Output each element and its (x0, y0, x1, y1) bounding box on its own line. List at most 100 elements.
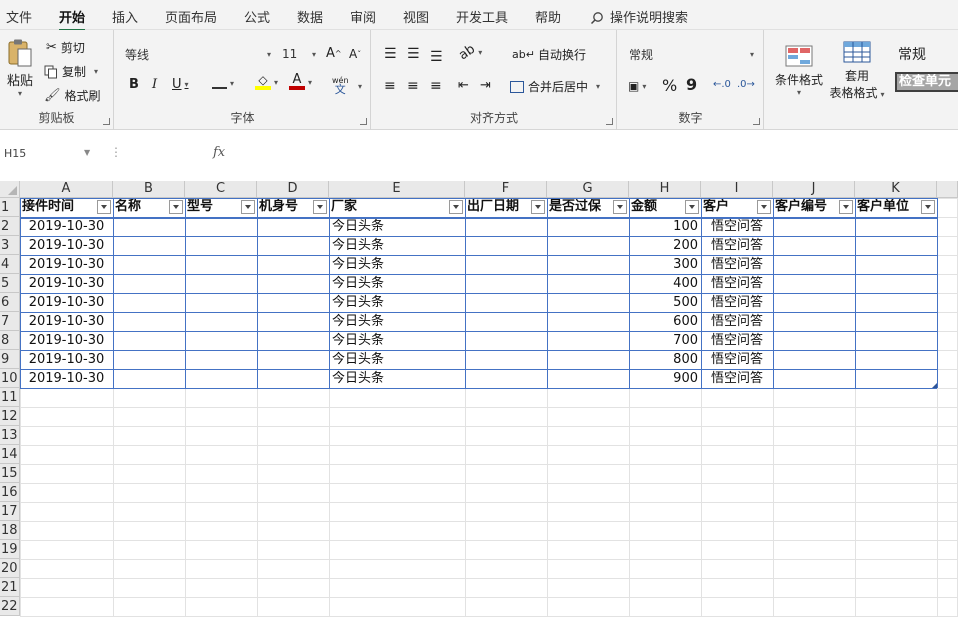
column-header-a[interactable]: A (20, 181, 113, 198)
row-header-2[interactable]: 2 (0, 217, 20, 236)
table-header-cell[interactable]: 机身号 (257, 198, 313, 217)
tab-view[interactable]: 视图 (403, 7, 429, 26)
cell-maker[interactable]: 今日头条 (329, 331, 465, 350)
column-header-g[interactable]: G (547, 181, 629, 198)
format-as-table-button[interactable]: 套用 表格格式 ▾ (827, 40, 887, 102)
wrap-text-button[interactable]: ab↵ 自动换行 (512, 46, 586, 63)
filter-dropdown-icon[interactable] (531, 200, 545, 214)
cell-customer[interactable]: 悟空问答 (701, 255, 773, 274)
row-header-8[interactable]: 8 (0, 331, 20, 350)
bold-button[interactable]: B (129, 77, 139, 92)
row-header-15[interactable]: 15 (0, 464, 20, 483)
table-header-cell[interactable]: 客户编号 (773, 198, 839, 217)
cell-date[interactable]: 2019-10-30 (20, 274, 113, 293)
orientation-button[interactable]: ab ▾ (456, 42, 482, 64)
tell-me-search[interactable]: 操作说明搜索 (590, 7, 688, 26)
cell-maker[interactable]: 今日头条 (329, 350, 465, 369)
style-normal[interactable]: 常规 (898, 44, 926, 64)
align-middle-button[interactable]: ☰ (407, 46, 420, 62)
cell-amount[interactable]: 600 (629, 312, 701, 331)
row-header-9[interactable]: 9 (0, 350, 20, 369)
tab-insert[interactable]: 插入 (112, 7, 138, 26)
underline-button[interactable]: U ▾ (172, 77, 189, 92)
row-header-16[interactable]: 16 (0, 483, 20, 502)
cell-maker[interactable]: 今日头条 (329, 274, 465, 293)
cell-date[interactable]: 2019-10-30 (20, 369, 113, 388)
conditional-format-button[interactable]: 条件格式 ▾ (771, 40, 827, 102)
table-resize-handle-icon[interactable] (931, 382, 937, 388)
filter-dropdown-icon[interactable] (169, 200, 183, 214)
cell-date[interactable]: 2019-10-30 (20, 255, 113, 274)
filter-dropdown-icon[interactable] (241, 200, 255, 214)
cell-maker[interactable]: 今日头条 (329, 236, 465, 255)
row-header-3[interactable]: 3 (0, 236, 20, 255)
filter-dropdown-icon[interactable] (313, 200, 327, 214)
row-header-13[interactable]: 13 (0, 426, 20, 445)
tab-help[interactable]: 帮助 (535, 7, 561, 26)
cell-customer[interactable]: 悟空问答 (701, 274, 773, 293)
name-box-dropdown-icon[interactable]: ▼ (84, 148, 90, 157)
cell-customer[interactable]: 悟空问答 (701, 369, 773, 388)
filter-dropdown-icon[interactable] (839, 200, 853, 214)
insert-function-icon[interactable]: fx (213, 145, 225, 160)
cell-date[interactable]: 2019-10-30 (20, 236, 113, 255)
row-header-11[interactable]: 11 (0, 388, 20, 407)
name-box[interactable]: H15 (4, 147, 26, 160)
tab-data[interactable]: 数据 (297, 7, 323, 26)
row-header-18[interactable]: 18 (0, 521, 20, 540)
copy-button[interactable]: 复制 ▾ (44, 63, 98, 80)
cell-customer[interactable]: 悟空问答 (701, 217, 773, 236)
number-format-select[interactable]: 常规 ▾ (628, 43, 755, 65)
merge-center-button[interactable]: 合并后居中 ▾ (510, 78, 600, 95)
tab-formulas[interactable]: 公式 (244, 7, 270, 26)
column-header-f[interactable]: F (465, 181, 547, 198)
cell-amount[interactable]: 400 (629, 274, 701, 293)
filter-dropdown-icon[interactable] (921, 200, 935, 214)
tab-review[interactable]: 审阅 (350, 7, 376, 26)
formula-bar-grip-icon[interactable]: ⋮ (110, 145, 122, 159)
cell-amount[interactable]: 100 (629, 217, 701, 236)
cell-amount[interactable]: 200 (629, 236, 701, 255)
align-right-button[interactable]: ≡ (430, 78, 442, 94)
align-left-button[interactable]: ≡ (384, 78, 396, 94)
align-bottom-button[interactable]: ☰ (430, 49, 443, 65)
clipboard-launcher-icon[interactable] (103, 118, 110, 125)
column-header-e[interactable]: E (329, 181, 465, 198)
cell-customer[interactable]: 悟空问答 (701, 350, 773, 369)
column-header-h[interactable]: H (629, 181, 701, 198)
filter-dropdown-icon[interactable] (97, 200, 111, 214)
shrink-font-button[interactable]: Aˇ (349, 47, 361, 61)
row-header-4[interactable]: 4 (0, 255, 20, 274)
percent-button[interactable]: % (662, 76, 677, 95)
row-header-14[interactable]: 14 (0, 445, 20, 464)
cell-customer[interactable]: 悟空问答 (701, 236, 773, 255)
phonetic-button[interactable]: wén 文 (332, 76, 349, 95)
alignment-launcher-icon[interactable] (606, 118, 613, 125)
cell-date[interactable]: 2019-10-30 (20, 217, 113, 236)
cut-button[interactable]: ✂ 剪切 (46, 39, 85, 56)
cell-customer[interactable]: 悟空问答 (701, 293, 773, 312)
table-header-cell[interactable]: 是否过保 (547, 198, 613, 217)
cell-date[interactable]: 2019-10-30 (20, 293, 113, 312)
row-header-12[interactable]: 12 (0, 407, 20, 426)
cell-date[interactable]: 2019-10-30 (20, 312, 113, 331)
cell-maker[interactable]: 今日头条 (329, 217, 465, 236)
cell-amount[interactable]: 500 (629, 293, 701, 312)
cell-amount[interactable]: 900 (629, 369, 701, 388)
font-name-select[interactable]: 等线 ▾ (124, 43, 274, 65)
table-header-cell[interactable]: 金额 (629, 198, 685, 217)
table-header-cell[interactable]: 客户 (701, 198, 757, 217)
filter-dropdown-icon[interactable] (449, 200, 463, 214)
cell-amount[interactable]: 700 (629, 331, 701, 350)
accounting-format-button[interactable]: ▣ ▾ (628, 79, 646, 93)
row-header-7[interactable]: 7 (0, 312, 20, 331)
format-painter-button[interactable]: 🖌 格式刷 (44, 87, 101, 104)
row-header-22[interactable]: 22 (0, 597, 20, 616)
row-header-21[interactable]: 21 (0, 578, 20, 597)
column-header-b[interactable]: B (113, 181, 185, 198)
fill-color-button[interactable]: ◇ ▾ (255, 74, 278, 90)
cell-amount[interactable]: 800 (629, 350, 701, 369)
italic-button[interactable]: I (152, 77, 157, 92)
align-top-button[interactable]: ☰ (384, 46, 397, 62)
grow-font-button[interactable]: A ^ (326, 46, 342, 61)
